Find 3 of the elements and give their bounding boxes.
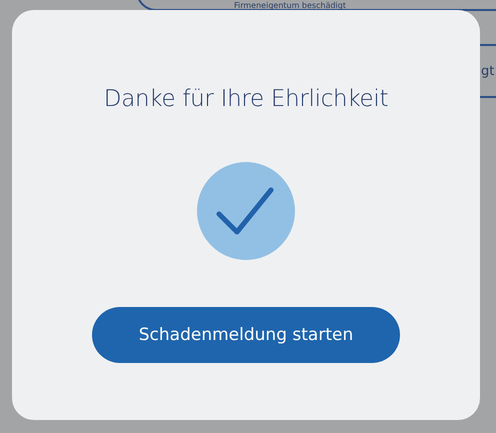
check-icon — [197, 162, 295, 260]
start-report-button[interactable]: Schadenmeldung starten — [92, 307, 400, 363]
dialog-title: Danke für Ihre Ehrlichkeit — [104, 86, 388, 112]
